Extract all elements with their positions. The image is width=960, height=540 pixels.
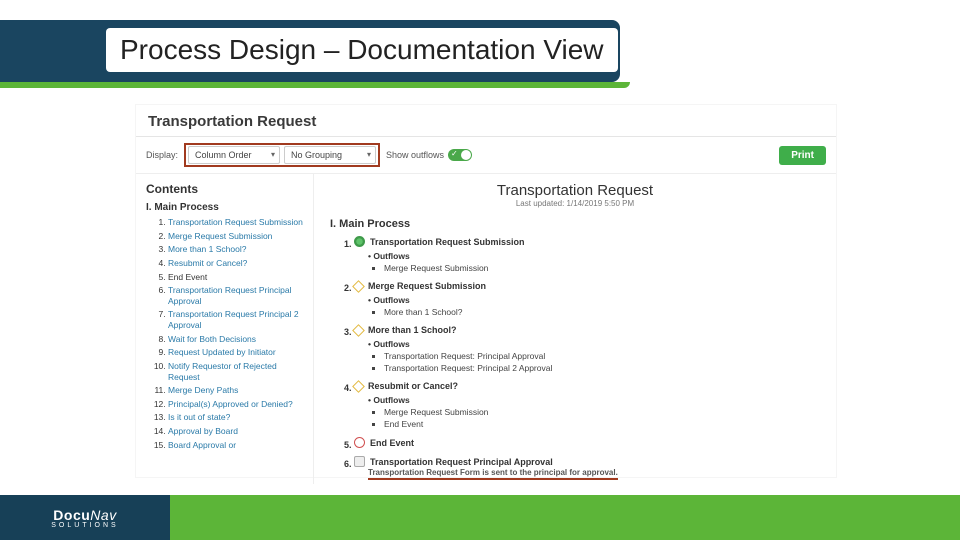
contents-item[interactable]: Resubmit or Cancel? <box>168 258 305 269</box>
section-heading: I. Main Process <box>330 218 820 230</box>
outflow-list: Merge Request Submission <box>354 263 820 273</box>
app-panel: Transportation Request Display: Column O… <box>136 105 836 477</box>
contents-item[interactable]: Transportation Request Principal Approva… <box>168 285 305 306</box>
contents-item[interactable]: Merge Request Submission <box>168 231 305 242</box>
outflow-item: More than 1 School? <box>384 307 820 317</box>
step-item: End Event <box>354 437 820 448</box>
contents-item[interactable]: Notify Requestor of Rejected Request <box>168 361 305 382</box>
task-icon <box>354 456 365 467</box>
step-label: Resubmit or Cancel? <box>368 381 458 391</box>
contents-item[interactable]: Wait for Both Decisions <box>168 334 305 345</box>
footer: DocuNav SOLUTIONS <box>0 495 960 540</box>
step-label: End Event <box>370 438 414 448</box>
outflows-heading: • Outflows <box>368 251 820 261</box>
diamond-icon <box>352 280 365 293</box>
toggle-switch[interactable] <box>448 149 472 161</box>
outflow-item: Transportation Request: Principal 2 Appr… <box>384 363 820 373</box>
main-panel: Transportation Request Last updated: 1/1… <box>314 174 836 484</box>
contents-list: Transportation Request Submission Merge R… <box>146 217 305 450</box>
display-label: Display: <box>146 150 178 160</box>
outflow-list: Merge Request Submission End Event <box>354 407 820 429</box>
outflow-item: Transportation Request: Principal Approv… <box>384 351 820 361</box>
contents-panel: Contents I. Main Process Transportation … <box>136 174 314 484</box>
outflow-item: End Event <box>384 419 820 429</box>
contents-item[interactable]: More than 1 School? <box>168 244 305 255</box>
outflows-heading: • Outflows <box>368 339 820 349</box>
contents-item[interactable]: Approval by Board <box>168 426 305 437</box>
outflows-heading: • Outflows <box>368 295 820 305</box>
outflow-list: Transportation Request: Principal Approv… <box>354 351 820 373</box>
contents-item[interactable]: End Event <box>168 272 305 283</box>
contents-heading: Contents <box>146 182 305 196</box>
step-label: More than 1 School? <box>368 325 457 335</box>
diamond-icon <box>352 380 365 393</box>
highlight-selects: Column Order No Grouping <box>184 143 380 167</box>
footer-logo-block: DocuNav SOLUTIONS <box>0 495 170 540</box>
step-label: Merge Request Submission <box>368 281 486 291</box>
app-body: Contents I. Main Process Transportation … <box>136 174 836 484</box>
start-icon <box>354 236 365 247</box>
outflow-item: Merge Request Submission <box>384 263 820 273</box>
outflows-heading: • Outflows <box>368 395 820 405</box>
print-button[interactable]: Print <box>779 146 826 165</box>
outflow-list: More than 1 School? <box>354 307 820 317</box>
contents-item[interactable]: Transportation Request Principal 2 Appro… <box>168 309 305 330</box>
step-label: Transportation Request Principal Approva… <box>370 457 553 467</box>
step-item: Transportation Request Submission • Outfl… <box>354 236 820 273</box>
last-updated: Last updated: 1/14/2019 5:50 PM <box>330 199 820 208</box>
step-item: More than 1 School? • Outflows Transportat… <box>354 325 820 373</box>
slide-header: Process Design – Documentation View <box>0 0 960 85</box>
show-outflows-toggle[interactable]: Show outflows <box>386 149 472 161</box>
contents-item[interactable]: Merge Deny Paths <box>168 385 305 396</box>
logo-sub: SOLUTIONS <box>51 522 118 529</box>
contents-item[interactable]: Request Updated by Initiator <box>168 347 305 358</box>
column-order-select[interactable]: Column Order <box>188 146 280 164</box>
logo: DocuNav <box>53 507 116 523</box>
step-detail: Transportation Request Form is sent to t… <box>368 468 618 480</box>
contents-item[interactable]: Principal(s) Approved or Denied? <box>168 399 305 410</box>
step-item: Resubmit or Cancel? • Outflows Merge Reque… <box>354 381 820 429</box>
slide-title: Process Design – Documentation View <box>106 28 618 72</box>
header-green-stripe <box>0 82 630 88</box>
contents-item[interactable]: Is it out of state? <box>168 412 305 423</box>
step-label: Transportation Request Submission <box>370 237 525 247</box>
contents-group-heading: I. Main Process <box>146 202 305 213</box>
app-title: Transportation Request <box>136 105 836 137</box>
steps-list: Transportation Request Submission • Outfl… <box>330 236 820 480</box>
show-outflows-label: Show outflows <box>386 150 444 160</box>
grouping-select[interactable]: No Grouping <box>284 146 376 164</box>
contents-item[interactable]: Board Approval or <box>168 440 305 451</box>
outflow-item: Merge Request Submission <box>384 407 820 417</box>
end-icon <box>354 437 365 448</box>
step-item: Merge Request Submission • Outflows More t… <box>354 281 820 317</box>
contents-item[interactable]: Transportation Request Submission <box>168 217 305 228</box>
toolbar: Display: Column Order No Grouping Show o… <box>136 137 836 174</box>
step-item: Transportation Request Principal Approva… <box>354 456 820 480</box>
doc-title: Transportation Request <box>330 182 820 199</box>
diamond-icon <box>352 324 365 337</box>
